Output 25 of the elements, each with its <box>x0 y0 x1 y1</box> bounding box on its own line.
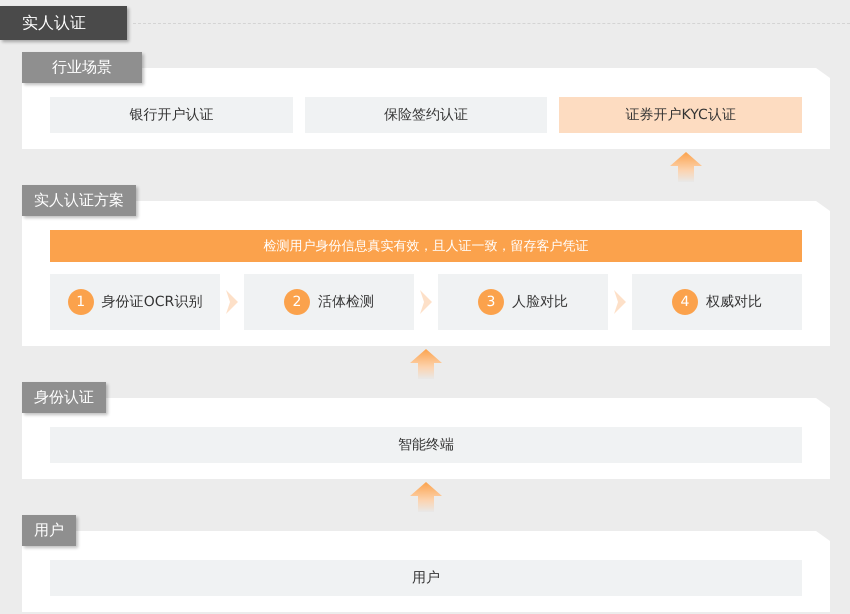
step-number: 1 <box>68 289 94 315</box>
step-number: 4 <box>672 289 698 315</box>
scenario-box: 证券开户KYC认证 <box>559 97 802 133</box>
up-arrow-icon <box>670 152 702 182</box>
step-label: 活体检测 <box>318 293 374 311</box>
scenario-box: 智能终端 <box>50 427 802 463</box>
step-number: 3 <box>478 289 504 315</box>
up-arrow-icon <box>410 349 442 379</box>
summary-banner: 检测用户身份信息真实有效，且人证一致，留存客户凭证 <box>50 230 802 262</box>
step-label: 权威对比 <box>706 293 762 311</box>
chevron-icon <box>226 290 238 314</box>
chevron-icon <box>614 290 626 314</box>
step-label: 人脸对比 <box>512 293 568 311</box>
scenario-box: 用户 <box>50 560 802 596</box>
step-label: 身份证OCR识别 <box>102 293 202 311</box>
layer-label: 行业场景 <box>22 52 142 83</box>
page-title: 实人认证 <box>0 6 127 40</box>
layer-label: 实人认证方案 <box>22 185 136 216</box>
layer-label: 用户 <box>22 515 76 546</box>
layer-label: 身份认证 <box>22 382 106 413</box>
scenario-box: 保险签约认证 <box>304 97 548 133</box>
up-arrow-icon <box>410 482 442 512</box>
step-number: 2 <box>284 289 310 315</box>
scenario-box: 银行开户认证 <box>50 97 293 133</box>
chevron-icon <box>420 290 432 314</box>
